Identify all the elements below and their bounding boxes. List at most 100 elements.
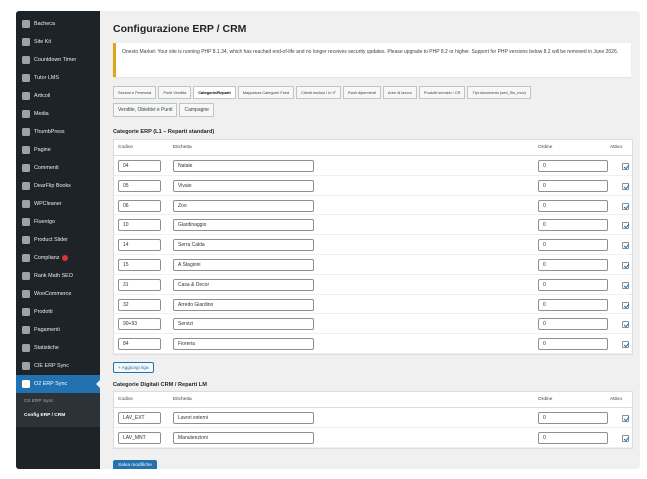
sidebar-item-label: Complianz (34, 255, 60, 261)
sidebar-item-label: DearFlip Books (34, 183, 71, 189)
tab[interactable]: Aree di lavoro (382, 86, 417, 99)
sidebar-item[interactable]: O2 ERP Sync (16, 375, 100, 393)
sidebar-item-label: Site Kit (34, 39, 52, 45)
active-checkbox[interactable] (622, 202, 629, 210)
label-input[interactable]: Casa & Decor (173, 278, 314, 291)
pages-icon (22, 146, 30, 154)
payments-icon (22, 326, 30, 334)
label-input[interactable]: Vivaio (173, 179, 314, 192)
tab[interactable]: Tipi documento (sed_Sis_mov) (467, 86, 531, 99)
sidebar-item-label: Fluentgo (34, 219, 55, 225)
code-input[interactable]: LAV_MNT (118, 431, 161, 444)
code-input[interactable]: 31 (118, 278, 161, 291)
sidebar-item[interactable]: Bacheca (16, 15, 100, 33)
label-input[interactable]: Zoo (173, 199, 314, 212)
active-checkbox[interactable] (622, 182, 629, 190)
order-input[interactable]: 0 (538, 338, 608, 351)
tab[interactable]: Sezioni e Permessi (113, 86, 157, 99)
save-button[interactable]: Salva modifiche (113, 460, 157, 469)
sidebar-item[interactable]: Pagamenti (16, 321, 100, 339)
tab[interactable]: Vendite, Obiettivi e Punti (113, 103, 178, 117)
crm-categories-table: Codice Etichetta Ordine Attivo LAV_EXT La… (113, 391, 633, 449)
order-input[interactable]: 0 (538, 431, 608, 444)
code-input[interactable]: 84 (118, 338, 161, 351)
tab[interactable]: Ruoli dipendenti (343, 86, 381, 99)
sidebar-item[interactable]: Commenti (16, 159, 100, 177)
tab[interactable]: Punti Vendita (158, 86, 192, 99)
order-input[interactable]: 0 (538, 298, 608, 311)
tab[interactable]: Clienti esclusi / In IT (296, 86, 341, 99)
active-checkbox[interactable] (622, 163, 629, 170)
sitekit-icon (22, 38, 30, 46)
active-checkbox[interactable] (622, 301, 629, 309)
order-input[interactable]: 0 (538, 412, 608, 424)
code-input[interactable]: LAV_EXT (118, 412, 161, 424)
tab[interactable]: Campagne (179, 103, 214, 117)
sidebar-item[interactable]: Articoli (16, 87, 100, 105)
tab[interactable]: Prodotti servizio / CR (418, 86, 466, 99)
order-input[interactable]: 0 (538, 318, 608, 331)
code-input[interactable]: 05 (118, 179, 161, 192)
sidebar-item[interactable]: Fluentgo (16, 213, 100, 231)
label-input[interactable]: A Stagioni (173, 258, 314, 271)
sidebar-item[interactable]: Countdown Timer (16, 51, 100, 69)
tab[interactable]: Categorie/Reparti (193, 86, 236, 99)
sidebar-item[interactable]: ThumbPress (16, 123, 100, 141)
code-input[interactable]: 32 (118, 298, 161, 311)
active-checkbox[interactable] (622, 434, 629, 442)
label-input[interactable]: Manutenzioni (173, 431, 314, 444)
order-input[interactable]: 0 (538, 258, 608, 271)
sidebar-item[interactable]: Media (16, 105, 100, 123)
order-input[interactable]: 0 (538, 219, 608, 232)
table-row: 14 Serra Calda 0 (114, 235, 632, 255)
code-input[interactable]: 04 (118, 160, 161, 172)
order-input[interactable]: 0 (538, 239, 608, 252)
sidebar-item[interactable]: Pagine (16, 141, 100, 159)
col-header-code: Codice (118, 397, 133, 402)
active-checkbox[interactable] (622, 321, 629, 329)
sidebar-item[interactable]: Rank Math SEO (16, 267, 100, 285)
sidebar-item[interactable]: WPCleaner (16, 195, 100, 213)
label-input[interactable]: Natale (173, 160, 314, 172)
label-input[interactable]: Fioreria (173, 338, 314, 351)
sidebar-item[interactable]: Statistiche (16, 339, 100, 357)
active-checkbox[interactable] (622, 281, 629, 289)
tab-row-2: Vendite, Obiettivi e Punti Campagne (113, 103, 633, 117)
sync-icon (22, 362, 30, 370)
sidebar-item[interactable]: Product Slider (16, 231, 100, 249)
label-input[interactable]: Serra Calda (173, 239, 314, 252)
label-input[interactable]: Giardinaggio (173, 219, 314, 232)
label-input[interactable]: Arredo Giardino (173, 298, 314, 311)
label-input[interactable]: Lavori esterni (173, 412, 314, 424)
order-input[interactable]: 0 (538, 278, 608, 291)
book-icon (22, 182, 30, 190)
order-input[interactable]: 0 (538, 160, 608, 172)
active-checkbox[interactable] (622, 415, 629, 422)
code-input[interactable]: 90+93 (118, 318, 161, 331)
active-checkbox[interactable] (622, 222, 629, 230)
sidebar-item[interactable]: Site Kit (16, 33, 100, 51)
sidebar-item[interactable]: Prodotti (16, 303, 100, 321)
code-input[interactable]: 14 (118, 239, 161, 252)
active-checkbox[interactable] (622, 242, 629, 250)
sidebar-item[interactable]: Complianz (16, 249, 100, 267)
code-input[interactable]: 15 (118, 258, 161, 271)
submenu-item[interactable]: Config ERP / CRM (16, 409, 100, 423)
order-input[interactable]: 0 (538, 199, 608, 212)
code-input[interactable]: 10 (118, 219, 161, 232)
submenu-item[interactable]: O2 ERP Sync (16, 395, 100, 409)
active-checkbox[interactable] (622, 261, 629, 269)
products-icon (22, 308, 30, 316)
sidebar-item[interactable]: CIE ERP Sync (16, 357, 100, 375)
tab[interactable]: Mappatura Categorie Feed (237, 86, 295, 99)
code-input[interactable]: 06 (118, 199, 161, 212)
sidebar-item-label: Product Slider (34, 237, 68, 243)
sidebar-item[interactable]: Tutor LMS (16, 69, 100, 87)
order-input[interactable]: 0 (538, 179, 608, 192)
active-checkbox[interactable] (622, 341, 629, 349)
sidebar-item[interactable]: WooCommerce (16, 285, 100, 303)
add-row-button[interactable]: + Aggiungi riga (113, 362, 154, 373)
sidebar-item[interactable]: DearFlip Books (16, 177, 100, 195)
table-row: 10 Giardinaggio 0 (114, 215, 632, 236)
label-input[interactable]: Servizi (173, 318, 314, 331)
